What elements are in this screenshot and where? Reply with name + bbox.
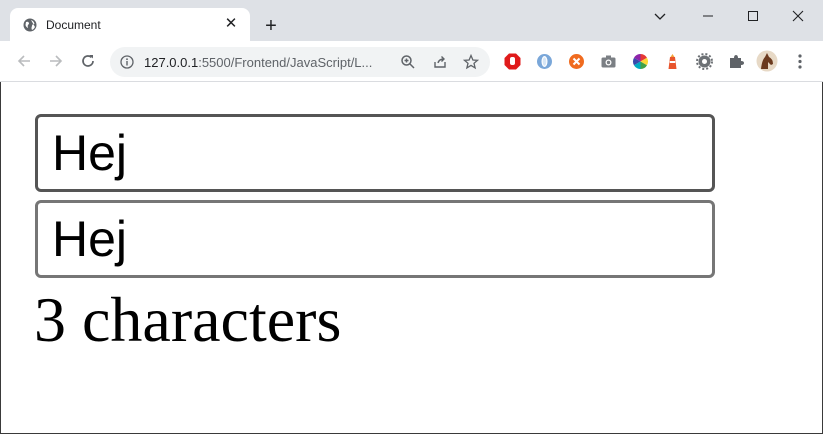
text-input-mirror[interactable] [35, 200, 715, 278]
profile-avatar[interactable] [756, 50, 778, 72]
character-count: 3 characters [34, 284, 342, 355]
color-wheel-icon[interactable] [632, 53, 649, 70]
url-path: :5500/Frontend/JavaScript/L... [198, 55, 373, 70]
zoom-icon[interactable] [400, 54, 416, 70]
lighthouse-icon[interactable] [664, 53, 681, 70]
url-text: 127.0.0.1:5500/Frontend/JavaScript/L... [144, 55, 372, 70]
bookmark-star-icon[interactable] [463, 54, 479, 70]
browser-toolbar: 127.0.0.1:5500/Frontend/JavaScript/L... [0, 41, 823, 82]
maximize-icon[interactable] [738, 6, 768, 26]
page-content: 3 characters [0, 82, 821, 434]
forward-arrow-icon[interactable] [46, 51, 66, 71]
tab-title: Document [46, 18, 101, 32]
puzzle-icon[interactable] [728, 53, 745, 70]
close-icon[interactable]: ✕ [223, 16, 239, 32]
opera-like-icon[interactable] [536, 53, 553, 70]
close-icon[interactable] [783, 6, 813, 26]
plus-icon[interactable]: + [261, 16, 281, 36]
reload-icon[interactable] [78, 51, 98, 71]
chevron-down-icon[interactable] [645, 6, 675, 26]
url-host: 127.0.0.1 [144, 55, 199, 70]
address-bar[interactable]: 127.0.0.1:5500/Frontend/JavaScript/L... [110, 47, 490, 77]
more-menu-icon[interactable] [794, 53, 806, 70]
back-arrow-icon[interactable] [14, 51, 34, 71]
tab-document[interactable]: Document ✕ [10, 8, 250, 41]
camera-icon[interactable] [600, 53, 617, 70]
minimize-icon[interactable] [693, 6, 723, 26]
gear-extension-icon[interactable] [696, 53, 713, 70]
tab-strip: Document ✕ + [0, 0, 823, 41]
info-icon[interactable] [120, 55, 134, 69]
share-icon[interactable] [432, 54, 448, 70]
orange-extension-icon[interactable] [568, 53, 585, 70]
globe-icon [23, 18, 37, 32]
text-input-primary[interactable] [35, 114, 715, 192]
adblock-icon[interactable] [504, 53, 521, 70]
